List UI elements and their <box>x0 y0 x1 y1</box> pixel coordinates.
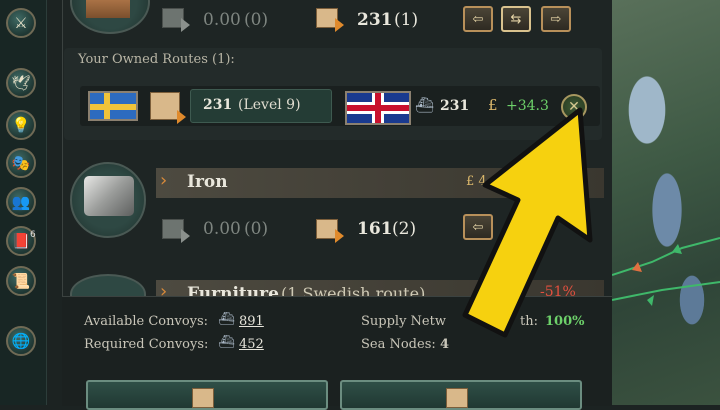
create-import-route-button[interactable] <box>340 380 582 410</box>
scroll-icon[interactable]: 📜 <box>6 266 36 296</box>
swords-icon[interactable]: ⚔ <box>6 8 36 38</box>
iron-export-value: 0.00 <box>203 219 241 239</box>
iron-export-count: (0) <box>244 219 269 239</box>
export-crate-icon <box>162 8 190 32</box>
globe-icon[interactable]: 🌐 <box>6 326 36 356</box>
required-ship-icon: ⛴ <box>218 335 235 350</box>
swap-route-button[interactable]: ⇆ <box>501 6 531 32</box>
owned-routes-label: Your Owned Routes (1): <box>78 52 235 67</box>
export-count: (0) <box>244 10 269 30</box>
route-amount: 231 <box>203 97 233 113</box>
uk-flag-icon <box>345 91 411 125</box>
required-convoys-label: Required Convoys: <box>84 337 209 352</box>
import-count: (1) <box>394 10 419 30</box>
iron-import-value: 161 <box>357 219 393 239</box>
supply-network-label: Supply Netw <box>361 314 446 329</box>
iron-ingot-icon <box>84 176 134 216</box>
world-map[interactable] <box>612 0 720 405</box>
export-value: 0.00 <box>203 10 241 30</box>
iron-import-crate-icon <box>316 219 344 243</box>
create-export-route-button[interactable] <box>86 380 328 410</box>
export-route-button[interactable]: ⇦ <box>463 6 493 32</box>
available-convoys-value[interactable]: 891 <box>239 314 264 329</box>
people-icon[interactable]: 👥 <box>6 187 36 217</box>
convoy-ship-icon: ⛴ <box>218 312 235 327</box>
import-value: 231 <box>357 10 393 30</box>
dove-icon[interactable]: 🕊 <box>6 68 36 98</box>
book-badge: 6 <box>30 230 36 240</box>
iron-name: Iron <box>187 172 228 192</box>
trade-route-lines <box>612 237 720 306</box>
available-convoys-label: Available Convoys: <box>84 314 209 329</box>
iron-import-count: (2) <box>392 219 417 239</box>
iron-export-crate-icon <box>162 219 190 243</box>
lightbulb-icon[interactable]: 💡 <box>6 110 36 140</box>
sea-nodes-label: Sea Nodes: <box>361 337 436 352</box>
left-sidebar: ⚔ 🕊 💡 🎭 👥 📕 6 📜 🌐 <box>0 0 47 405</box>
ship-icon: ⛴ <box>415 96 435 114</box>
import-route-button[interactable]: ⇨ <box>541 6 571 32</box>
export-action-crate-icon <box>192 388 214 408</box>
required-convoys-value[interactable]: 452 <box>239 337 264 352</box>
import-crate-icon <box>316 8 344 32</box>
highlight-arrow-icon <box>462 107 593 338</box>
masks-icon[interactable]: 🎭 <box>6 148 36 178</box>
route-crate-icon <box>150 92 186 124</box>
import-action-crate-icon <box>446 388 468 408</box>
route-level: (Level 9) <box>238 97 301 113</box>
expand-chevron-icon[interactable]: › <box>160 170 167 191</box>
sweden-flag-icon <box>88 91 138 121</box>
